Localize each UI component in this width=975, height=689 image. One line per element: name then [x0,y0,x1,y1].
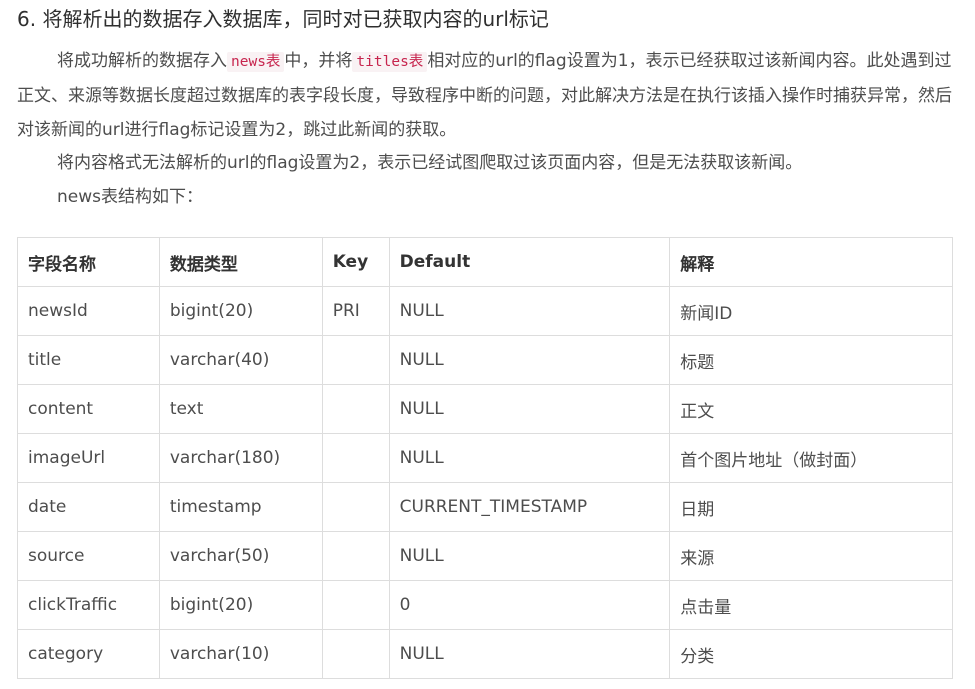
cell-default: NULL [388,286,671,336]
cell-key [321,629,390,679]
paragraph-unparseable: 将内容格式无法解析的url的flag设置为2，表示已经试图爬取过该页面内容，但是… [57,153,803,173]
cell-default: 0 [388,580,671,630]
cell-data-type: varchar(50) [158,531,323,581]
cell-key [321,384,390,434]
cell-key [321,335,390,385]
cell-explanation: 正文 [669,384,953,434]
cell-explanation: 标题 [669,335,953,385]
cell-data-type: varchar(180) [158,433,323,483]
cell-field-name: source [17,531,160,581]
paragraph-text: 将成功解析的数据存入 [57,51,227,71]
cell-data-type: timestamp [158,482,323,532]
section-heading: 6. 将解析出的数据存入数据库，同时对已获取内容的url标记 [17,7,549,31]
cell-data-type: text [158,384,323,434]
table-row: newsId bigint(20) PRI NULL 新闻ID [17,286,953,336]
table-header-row: 字段名称 数据类型 Key Default 解释 [17,237,953,287]
paragraph-table-intro: news表结构如下： [57,187,203,207]
table-row: date timestamp CURRENT_TIMESTAMP 日期 [17,482,953,532]
table-row: source varchar(50) NULL 来源 [17,531,953,581]
paragraph-storage: 将成功解析的数据存入 news表 中，并将 titles表 相对应的url的flag设置… [17,44,957,147]
cell-field-name: clickTraffic [17,580,160,630]
cell-field-name: title [17,335,160,385]
header-explanation: 解释 [669,237,953,287]
cell-default: NULL [388,629,671,679]
cell-data-type: varchar(10) [158,629,323,679]
cell-key: PRI [321,286,390,336]
table-row: category varchar(10) NULL 分类 [17,629,953,679]
cell-explanation: 来源 [669,531,953,581]
table-row: imageUrl varchar(180) NULL 首个图片地址（做封面） [17,433,953,483]
news-table-structure: 字段名称 数据类型 Key Default 解释 newsId bigint(2… [17,237,953,679]
cell-key [321,433,390,483]
table-row: title varchar(40) NULL 标题 [17,335,953,385]
cell-default: NULL [388,384,671,434]
header-default: Default [388,237,671,287]
cell-key [321,580,390,630]
cell-default: NULL [388,531,671,581]
paragraph-text: 中，并将 [284,51,353,71]
cell-explanation: 新闻ID [669,286,953,336]
cell-key [321,482,390,532]
cell-default: CURRENT_TIMESTAMP [388,482,671,532]
header-key: Key [321,237,390,287]
cell-data-type: bigint(20) [158,580,323,630]
cell-field-name: category [17,629,160,679]
inline-code-titles-table: titles表 [352,52,428,72]
cell-default: NULL [388,335,671,385]
cell-data-type: bigint(20) [158,286,323,336]
cell-explanation: 首个图片地址（做封面） [669,433,953,483]
cell-field-name: newsId [17,286,160,336]
cell-explanation: 日期 [669,482,953,532]
table-row: content text NULL 正文 [17,384,953,434]
cell-explanation: 点击量 [669,580,953,630]
cell-default: NULL [388,433,671,483]
header-data-type: 数据类型 [158,237,323,287]
article-page: 6. 将解析出的数据存入数据库，同时对已获取内容的url标记 将成功解析的数据存… [0,0,975,689]
cell-field-name: date [17,482,160,532]
header-field-name: 字段名称 [17,237,160,287]
cell-data-type: varchar(40) [158,335,323,385]
cell-explanation: 分类 [669,629,953,679]
cell-field-name: content [17,384,160,434]
cell-key [321,531,390,581]
inline-code-news-table: news表 [227,52,285,72]
cell-field-name: imageUrl [17,433,160,483]
table-row: clickTraffic bigint(20) 0 点击量 [17,580,953,630]
